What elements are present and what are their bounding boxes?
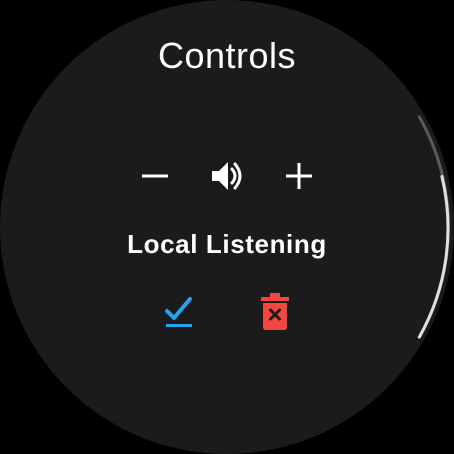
trash-x-icon xyxy=(261,293,289,330)
page-title: Controls xyxy=(157,35,297,76)
volume-down-button[interactable] xyxy=(131,152,179,200)
accept-button[interactable] xyxy=(155,288,203,336)
volume-indicator[interactable] xyxy=(203,152,251,200)
speaker-volume-icon xyxy=(212,162,242,190)
session-label: Local Listening xyxy=(127,229,327,259)
plus-icon xyxy=(286,163,312,189)
delete-button[interactable] xyxy=(251,288,299,336)
minus-icon xyxy=(142,174,168,178)
check-underline-icon xyxy=(165,297,192,327)
watch-screen: Controls Local Listening xyxy=(0,0,454,454)
volume-up-button[interactable] xyxy=(275,152,323,200)
